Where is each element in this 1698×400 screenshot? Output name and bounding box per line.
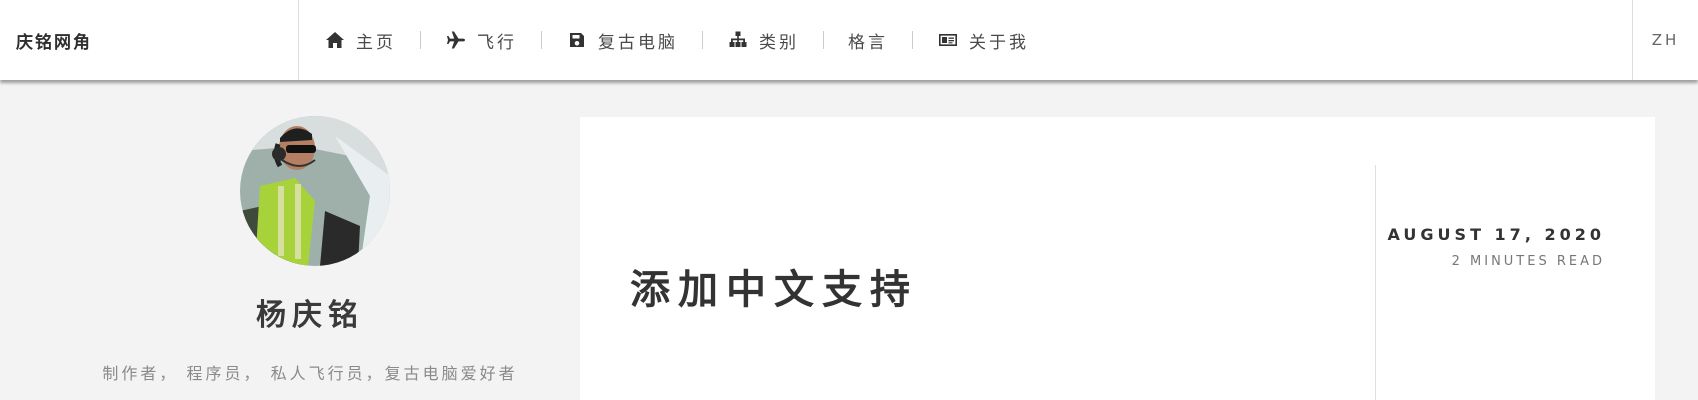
nav-item-home[interactable]: 主页	[300, 0, 420, 80]
nav-item-about[interactable]: 关于我	[913, 0, 1053, 80]
id-card-icon	[937, 29, 959, 51]
nav-item-categories[interactable]: 类别	[703, 0, 823, 80]
post-card[interactable]: 添加中文支持 AUGUST 17, 2020 2 MINUTES READ	[580, 117, 1655, 400]
nav-item-quotes[interactable]: 格言	[824, 0, 912, 80]
nav-label-categories: 类别	[759, 32, 799, 53]
sitemap-icon	[727, 29, 749, 51]
main-nav: 主页 飞行 复古电脑 类别 格言 关于我	[300, 0, 1053, 80]
avatar-photo	[240, 116, 390, 266]
home-icon	[324, 29, 346, 51]
post-divider	[1375, 165, 1376, 400]
author-bio: 制作者， 程序员， 私人飞行员，复古电脑爱好者	[102, 364, 518, 383]
floppy-disk-icon	[566, 29, 588, 51]
nav-label-flying: 飞行	[477, 32, 517, 53]
site-brand[interactable]: 庆铭网角	[0, 0, 299, 80]
author-sidebar: 杨庆铭 制作者， 程序员， 私人飞行员，复古电脑爱好者	[0, 80, 580, 400]
nav-label-about: 关于我	[969, 32, 1029, 53]
nav-item-flying[interactable]: 飞行	[421, 0, 541, 80]
post-read-time: 2 MINUTES READ	[1451, 254, 1605, 269]
nav-item-retro-computer[interactable]: 复古电脑	[542, 0, 702, 80]
plane-icon	[445, 29, 467, 51]
nav-label-quotes: 格言	[848, 32, 888, 53]
post-date: AUGUST 17, 2020	[1387, 225, 1605, 244]
avatar	[240, 116, 390, 266]
author-name: 杨庆铭	[256, 298, 364, 333]
post-title[interactable]: 添加中文支持	[630, 257, 918, 315]
nav-label-retro-computer: 复古电脑	[598, 32, 678, 53]
top-navbar: 庆铭网角 主页 飞行 复古电脑 类别 格言 关于我 ZH	[0, 0, 1698, 80]
nav-label-home: 主页	[356, 32, 396, 53]
language-switcher[interactable]: ZH	[1632, 0, 1698, 80]
